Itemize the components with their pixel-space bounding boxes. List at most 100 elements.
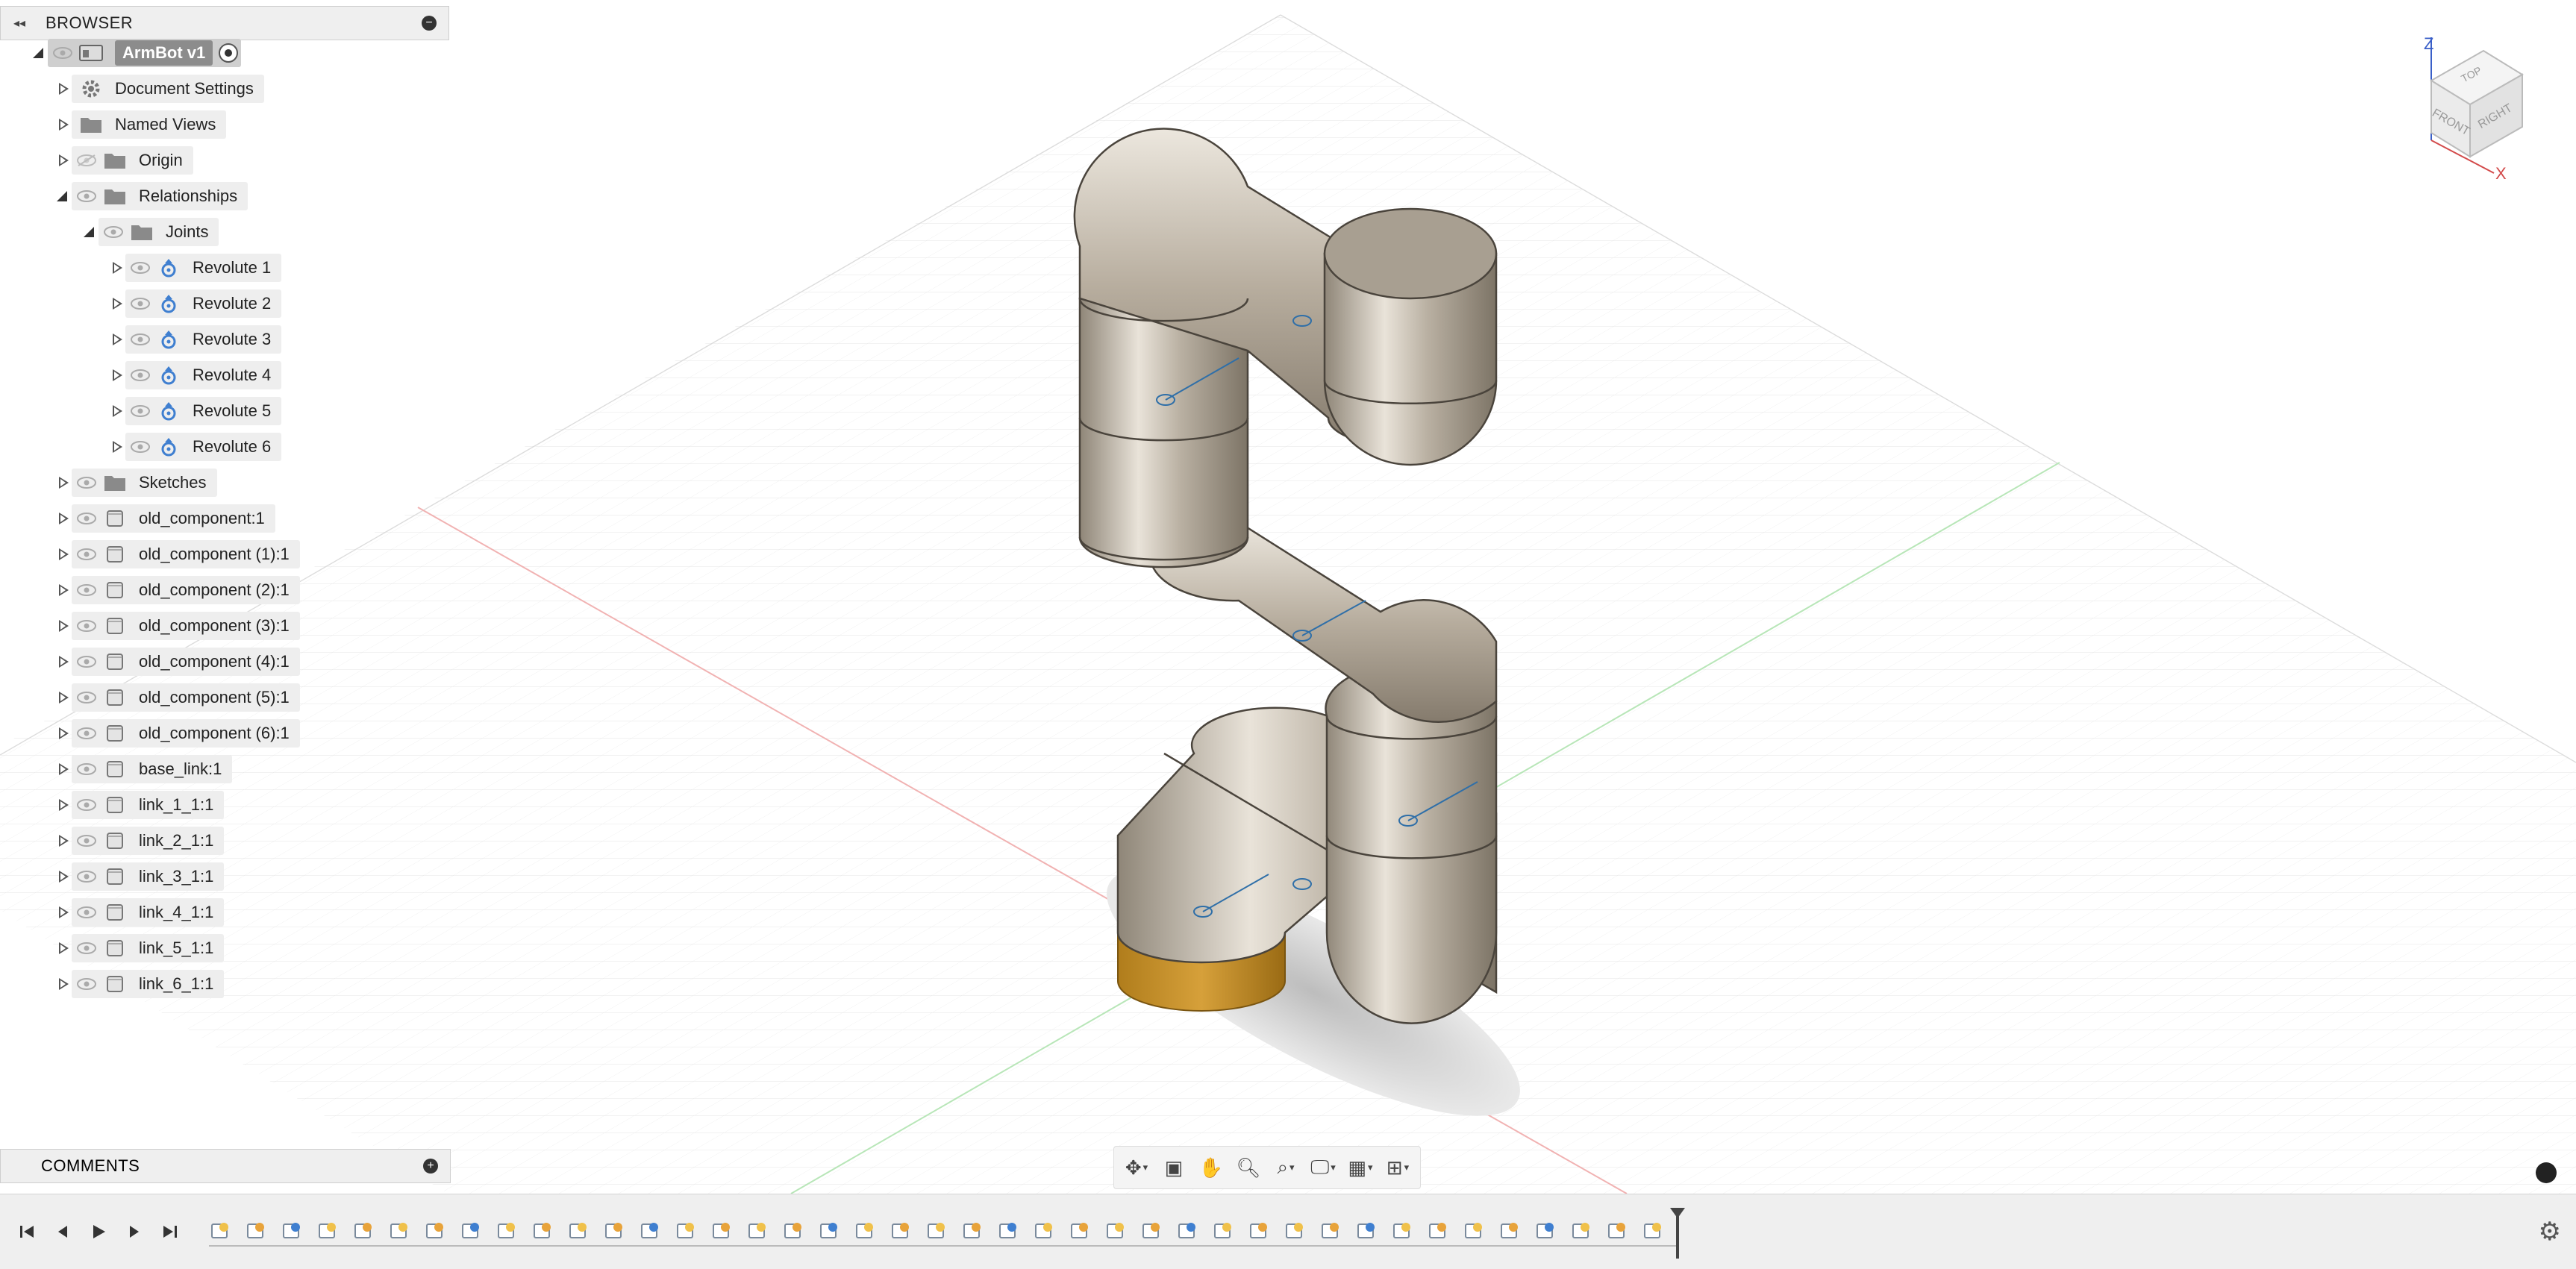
visibility-eye-icon[interactable] bbox=[72, 934, 101, 962]
sketch-feature-icon[interactable] bbox=[1463, 1220, 1485, 1242]
visibility-eye-icon[interactable] bbox=[72, 898, 101, 927]
pan-icon[interactable]: ✋ bbox=[1195, 1151, 1228, 1184]
joint-feature-icon[interactable] bbox=[782, 1220, 804, 1242]
joint-feature-icon[interactable] bbox=[1248, 1220, 1270, 1242]
joint-feature-icon[interactable] bbox=[245, 1220, 267, 1242]
pin-panel-button[interactable]: − bbox=[422, 16, 437, 31]
joint-feature-icon[interactable] bbox=[1140, 1220, 1163, 1242]
expand-toggle[interactable] bbox=[107, 254, 125, 282]
joint-feature-icon[interactable] bbox=[1606, 1220, 1628, 1242]
expand-toggle[interactable] bbox=[107, 289, 125, 318]
expand-toggle[interactable] bbox=[54, 970, 72, 998]
joint-feature-icon[interactable] bbox=[1069, 1220, 1091, 1242]
hidden-eye-icon[interactable] bbox=[72, 146, 101, 175]
expand-toggle[interactable] bbox=[54, 719, 72, 748]
expand-toggle[interactable] bbox=[54, 110, 72, 139]
step-back-icon[interactable] bbox=[49, 1218, 76, 1245]
visibility-eye-icon[interactable] bbox=[72, 755, 101, 783]
expand-toggle[interactable] bbox=[54, 648, 72, 676]
tree-item[interactable]: Revolute 2 bbox=[125, 289, 282, 318]
play-icon[interactable] bbox=[85, 1218, 112, 1245]
look-at-icon[interactable]: ▣ bbox=[1157, 1151, 1190, 1184]
expand-toggle[interactable] bbox=[54, 146, 72, 175]
joint-feature-icon[interactable] bbox=[352, 1220, 375, 1242]
visibility-eye-icon[interactable] bbox=[125, 254, 155, 282]
visibility-eye-icon[interactable] bbox=[72, 683, 101, 712]
sketch-feature-icon[interactable] bbox=[209, 1220, 231, 1242]
tree-item[interactable]: old_component (1):1 bbox=[72, 540, 300, 568]
sketch-feature-icon[interactable] bbox=[1033, 1220, 1055, 1242]
tree-item[interactable]: Named Views bbox=[72, 110, 227, 139]
body-feature-icon[interactable] bbox=[1534, 1220, 1557, 1242]
tree-item[interactable]: old_component (2):1 bbox=[72, 576, 300, 604]
joint-feature-icon[interactable] bbox=[1319, 1220, 1342, 1242]
tree-item[interactable]: link_4_1:1 bbox=[72, 898, 225, 927]
viewports-icon[interactable]: ⊞ ▾ bbox=[1381, 1151, 1414, 1184]
grid-settings-icon[interactable]: ▦ ▾ bbox=[1344, 1151, 1377, 1184]
tree-item[interactable]: Revolute 4 bbox=[125, 361, 282, 389]
visibility-eye-icon[interactable] bbox=[72, 827, 101, 855]
visibility-eye-icon[interactable] bbox=[72, 182, 101, 210]
tree-item[interactable]: link_1_1:1 bbox=[72, 791, 225, 819]
expand-toggle[interactable] bbox=[54, 898, 72, 927]
sketch-feature-icon[interactable] bbox=[495, 1220, 518, 1242]
visibility-eye-icon[interactable] bbox=[72, 576, 101, 604]
sketch-feature-icon[interactable] bbox=[388, 1220, 410, 1242]
body-feature-icon[interactable] bbox=[997, 1220, 1019, 1242]
visibility-eye-icon[interactable] bbox=[48, 39, 78, 67]
sketch-feature-icon[interactable] bbox=[1642, 1220, 1664, 1242]
fit-icon[interactable]: ⌕ ▾ bbox=[1269, 1151, 1302, 1184]
expand-toggle[interactable] bbox=[107, 397, 125, 425]
expand-toggle[interactable] bbox=[54, 182, 72, 210]
sketch-feature-icon[interactable] bbox=[1284, 1220, 1306, 1242]
go-to-end-icon[interactable] bbox=[157, 1218, 184, 1245]
tree-item[interactable]: Sketches bbox=[72, 469, 217, 497]
visibility-eye-icon[interactable] bbox=[99, 218, 128, 246]
root-collapse-toggle[interactable] bbox=[30, 39, 48, 67]
visibility-eye-icon[interactable] bbox=[72, 862, 101, 891]
tree-item[interactable]: old_component (5):1 bbox=[72, 683, 300, 712]
expand-toggle[interactable] bbox=[54, 755, 72, 783]
timeline-settings-gear-icon[interactable]: ⚙ bbox=[2539, 1217, 2561, 1247]
expand-toggle[interactable] bbox=[107, 433, 125, 461]
sketch-feature-icon[interactable] bbox=[1104, 1220, 1127, 1242]
body-feature-icon[interactable] bbox=[1176, 1220, 1198, 1242]
expand-toggle[interactable] bbox=[54, 862, 72, 891]
expand-toggle[interactable] bbox=[54, 75, 72, 103]
expand-toggle[interactable] bbox=[107, 325, 125, 354]
expand-toggle[interactable] bbox=[54, 540, 72, 568]
joint-feature-icon[interactable] bbox=[424, 1220, 446, 1242]
expand-toggle[interactable] bbox=[54, 934, 72, 962]
expand-toggle[interactable] bbox=[54, 791, 72, 819]
tree-item[interactable]: Revolute 1 bbox=[125, 254, 282, 282]
tree-item[interactable]: old_component (6):1 bbox=[72, 719, 300, 748]
tree-item[interactable]: link_3_1:1 bbox=[72, 862, 225, 891]
comments-panel[interactable]: COMMENTS + bbox=[0, 1149, 451, 1183]
add-comment-button[interactable]: + bbox=[423, 1159, 438, 1174]
tree-item[interactable]: Revolute 6 bbox=[125, 433, 282, 461]
root-component[interactable]: ArmBot v1 bbox=[48, 39, 242, 67]
tree-item[interactable]: link_5_1:1 bbox=[72, 934, 225, 962]
sketch-feature-icon[interactable] bbox=[675, 1220, 697, 1242]
sketch-feature-icon[interactable] bbox=[1391, 1220, 1413, 1242]
visibility-eye-icon[interactable] bbox=[72, 648, 101, 676]
joint-feature-icon[interactable] bbox=[890, 1220, 912, 1242]
sketch-feature-icon[interactable] bbox=[567, 1220, 590, 1242]
timeline-marker[interactable] bbox=[1676, 1214, 1679, 1259]
tree-item[interactable]: old_component (4):1 bbox=[72, 648, 300, 676]
orbit-icon[interactable]: ✥ ▾ bbox=[1120, 1151, 1153, 1184]
joint-feature-icon[interactable] bbox=[961, 1220, 984, 1242]
expand-toggle[interactable] bbox=[54, 683, 72, 712]
body-feature-icon[interactable] bbox=[460, 1220, 482, 1242]
expand-toggle[interactable] bbox=[54, 504, 72, 533]
tree-item[interactable]: Revolute 3 bbox=[125, 325, 282, 354]
sketch-feature-icon[interactable] bbox=[854, 1220, 876, 1242]
model-canvas[interactable] bbox=[0, 0, 2576, 1194]
tree-item[interactable]: link_2_1:1 bbox=[72, 827, 225, 855]
step-forward-icon[interactable] bbox=[121, 1218, 148, 1245]
body-feature-icon[interactable] bbox=[281, 1220, 303, 1242]
expand-toggle[interactable] bbox=[54, 469, 72, 497]
sketch-feature-icon[interactable] bbox=[1570, 1220, 1592, 1242]
tree-item[interactable]: Relationships bbox=[72, 182, 248, 210]
tree-item[interactable]: Origin bbox=[72, 146, 193, 175]
